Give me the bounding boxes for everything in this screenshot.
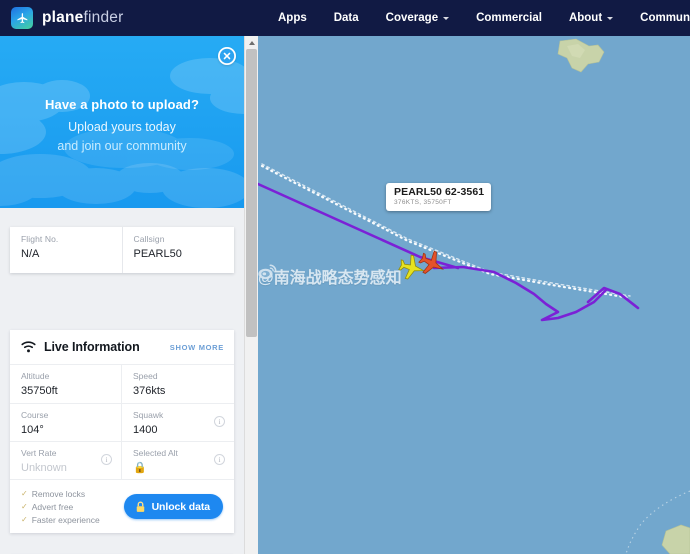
vert-rate-cell: Vert Rate Unknown i xyxy=(10,441,122,479)
flight-number-cell: Flight No. N/A xyxy=(10,227,122,273)
nav-links: Apps Data Coverage Commercial About Comm… xyxy=(278,12,690,24)
flight-number-label: Flight No. xyxy=(21,234,59,244)
airplane-icon xyxy=(11,7,33,29)
speed-label: Speed xyxy=(133,371,158,381)
aircraft-label-subtitle: 376KTS, 35750FT xyxy=(394,199,452,207)
chevron-down-icon xyxy=(443,16,450,20)
altitude-label: Altitude xyxy=(21,371,50,381)
info-icon[interactable]: i xyxy=(101,454,112,465)
close-icon[interactable] xyxy=(218,47,236,65)
live-information-show-more[interactable]: SHOW MORE xyxy=(170,343,224,352)
callsign-cell: Callsign PEARL50 xyxy=(121,227,235,273)
nav-item-apps[interactable]: Apps xyxy=(278,12,307,24)
live-information-header: Live Information SHOW MORE xyxy=(10,330,234,365)
unlock-upsell-section: ✓ Remove locks ✓ Advert free ✓ Faster ex… xyxy=(10,479,234,533)
upsell-benefit-item: ✓ Remove locks xyxy=(21,489,100,499)
nav-item-data[interactable]: Data xyxy=(334,12,359,24)
nav-item-apps-label: Apps xyxy=(277,12,307,24)
chevron-up-icon[interactable] xyxy=(245,36,258,49)
promo-copy: Have a photo to upload? Upload yours tod… xyxy=(0,97,244,153)
callsign-value: PEARL50 xyxy=(133,248,182,260)
flight-identity-card: Flight No. N/A Callsign PEARL50 xyxy=(10,227,234,273)
wifi-icon xyxy=(21,340,36,355)
course-cell: Course 104° xyxy=(10,403,122,441)
nav-item-about-label: About xyxy=(568,12,603,24)
chevron-down-icon xyxy=(607,16,614,20)
weibo-icon xyxy=(258,264,277,280)
check-icon: ✓ xyxy=(21,502,28,511)
upsell-benefit-item: ✓ Faster experience xyxy=(21,515,100,525)
upsell-benefits-list: ✓ Remove locks ✓ Advert free ✓ Faster ex… xyxy=(21,489,100,525)
nav-item-about[interactable]: About xyxy=(568,12,614,24)
live-information-title: Live Information xyxy=(44,340,140,354)
brand-thin-text: finder xyxy=(83,9,124,26)
unlock-data-label: Unlock data xyxy=(151,500,211,513)
photo-upload-promo[interactable]: Have a photo to upload? Upload yours tod… xyxy=(0,36,244,208)
aircraft-label-title: PEARL50 62-3561 xyxy=(394,186,485,198)
check-icon: ✓ xyxy=(21,489,28,498)
nav-item-community[interactable]: Commun xyxy=(640,12,690,24)
planefinder-app: planefinder Apps Data Coverage Commercia… xyxy=(0,0,690,554)
squawk-cell: Squawk 1400 i xyxy=(122,403,234,441)
altitude-value: 35750ft xyxy=(21,385,58,397)
brand-bold-text: plane xyxy=(42,9,84,26)
nav-item-coverage-label: Coverage xyxy=(385,12,439,24)
selected-alt-cell: Selected Alt 🔒 i xyxy=(122,441,234,479)
map-canvas[interactable]: PEARL50 62-3561 376KTS, 35750FT @南海战略态势感… xyxy=(258,36,690,554)
nav-item-commercial-label: Commercial xyxy=(476,12,542,24)
lock-icon xyxy=(135,501,146,513)
unlock-data-button[interactable]: Unlock data xyxy=(123,494,223,519)
upsell-benefit-label: Remove locks xyxy=(31,488,86,499)
check-icon: ✓ xyxy=(21,515,28,524)
brand-logo[interactable]: planefinder xyxy=(11,7,123,29)
speed-cell: Speed 376kts xyxy=(122,365,234,403)
map-vector-layer xyxy=(258,36,690,554)
speed-value: 376kts xyxy=(133,385,166,397)
info-icon[interactable]: i xyxy=(214,454,225,465)
callsign-label: Callsign xyxy=(133,234,165,244)
watermark-text: @南海战略态势感知 xyxy=(258,270,402,287)
live-information-card: Live Information SHOW MORE Altitude 3575… xyxy=(10,330,234,533)
upsell-benefit-item: ✓ Advert free xyxy=(21,502,100,512)
promo-headline: Have a photo to upload? xyxy=(45,97,199,112)
nav-item-commercial[interactable]: Commercial xyxy=(476,12,542,24)
panel-scrollbar[interactable] xyxy=(244,36,258,554)
altitude-cell: Altitude 35750ft xyxy=(10,365,122,403)
live-information-grid: Altitude 35750ft Speed 376kts Course 104… xyxy=(10,365,234,479)
brand-wordmark: planefinder xyxy=(42,9,123,27)
nav-item-data-label: Data xyxy=(333,12,359,24)
scrollbar-thumb[interactable] xyxy=(246,49,257,337)
course-label: Course xyxy=(21,410,49,420)
upsell-benefit-label: Advert free xyxy=(31,501,74,512)
upsell-benefit-label: Faster experience xyxy=(31,514,100,525)
flight-number-value: N/A xyxy=(21,248,40,260)
flight-details-panel: Have a photo to upload? Upload yours tod… xyxy=(0,36,244,554)
watermark: @南海战略态势感知 xyxy=(258,264,402,288)
aircraft-callsign-label[interactable]: PEARL50 62-3561 376KTS, 35750FT xyxy=(386,183,492,211)
top-navigation-bar: planefinder Apps Data Coverage Commercia… xyxy=(0,0,690,36)
info-icon[interactable]: i xyxy=(214,416,225,427)
promo-subline-2: and join our community xyxy=(57,139,187,153)
nav-item-coverage[interactable]: Coverage xyxy=(385,12,450,24)
promo-subline-1: Upload yours today xyxy=(68,120,176,134)
nav-item-community-label: Commun xyxy=(640,12,690,24)
course-value: 104° xyxy=(21,424,44,436)
